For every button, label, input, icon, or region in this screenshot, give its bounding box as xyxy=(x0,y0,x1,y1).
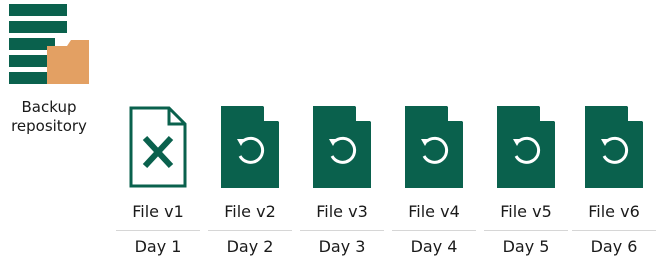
file-version-4: File v4 Day 4 xyxy=(388,106,480,256)
file-version-5: File v5 Day 5 xyxy=(480,106,572,256)
day-label: Day 4 xyxy=(410,237,458,256)
separator xyxy=(300,230,384,231)
separator xyxy=(484,230,568,231)
day-label: Day 2 xyxy=(226,237,274,256)
day-label: Day 6 xyxy=(590,237,638,256)
file-name: File v1 xyxy=(132,202,184,221)
restore-file-icon xyxy=(405,106,463,188)
day-label: Day 3 xyxy=(318,237,366,256)
file-name: File v6 xyxy=(588,202,640,221)
file-name: File v5 xyxy=(500,202,552,221)
separator xyxy=(572,230,656,231)
separator xyxy=(392,230,476,231)
separator xyxy=(208,230,292,231)
file-version-3: File v3 Day 3 xyxy=(296,106,388,256)
backup-repository: Backup repository xyxy=(0,4,100,144)
restore-file-icon xyxy=(497,106,555,188)
file-version-2: File v2 Day 2 xyxy=(204,106,296,256)
restore-file-icon xyxy=(221,106,279,188)
day-label: Day 5 xyxy=(502,237,550,256)
day-label: Day 1 xyxy=(134,237,182,256)
file-name: File v3 xyxy=(316,202,368,221)
file-version-6: File v6 Day 6 xyxy=(568,106,659,256)
restore-file-icon xyxy=(313,106,371,188)
file-name: File v4 xyxy=(408,202,460,221)
file-name: File v2 xyxy=(224,202,276,221)
file-version-1: File v1 Day 1 xyxy=(112,106,204,256)
backup-repository-icon xyxy=(9,4,89,84)
corrupted-file-icon xyxy=(129,106,187,188)
restore-file-icon xyxy=(585,106,643,188)
separator xyxy=(116,230,200,231)
backup-repository-label: Backup repository xyxy=(11,98,87,135)
